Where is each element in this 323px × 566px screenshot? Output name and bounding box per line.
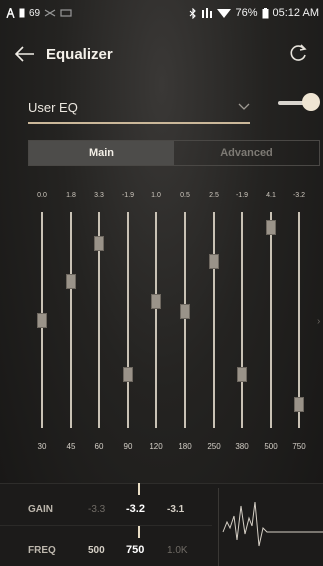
band-gain-value: 3.3 bbox=[94, 192, 104, 199]
freq-current[interactable]: 750 bbox=[126, 544, 144, 556]
scroll-right-icon[interactable]: › bbox=[317, 316, 320, 327]
band-gain-value: 1.8 bbox=[66, 192, 76, 199]
band-frequency-label: 380 bbox=[235, 442, 249, 451]
band-frequency-label: 120 bbox=[149, 442, 163, 451]
band-frequency-label: 750 bbox=[292, 442, 306, 451]
battery-percent: 76% bbox=[235, 7, 258, 19]
row-divider bbox=[0, 525, 212, 526]
freq-next[interactable]: 1.0K bbox=[167, 545, 188, 556]
band-slider-handle[interactable] bbox=[66, 274, 76, 289]
arrow-left-icon bbox=[15, 46, 34, 62]
eq-band-250[interactable]: 2.5 250 bbox=[200, 192, 228, 454]
band-slider-handle[interactable] bbox=[209, 254, 219, 269]
eq-band-180[interactable]: 0.5 180 bbox=[171, 192, 199, 454]
band-track[interactable] bbox=[155, 212, 157, 428]
gain-row[interactable]: GAIN -3.3 -3.2 -3.1 bbox=[0, 489, 212, 529]
band-slider-handle[interactable] bbox=[180, 304, 190, 319]
band-track[interactable] bbox=[298, 212, 300, 428]
eq-band-500[interactable]: 4.1 500 bbox=[257, 192, 285, 454]
page-title: Equalizer bbox=[46, 45, 113, 63]
eq-band-90[interactable]: -1.9 90 bbox=[114, 192, 142, 454]
status-right: 76% 05:12 AM bbox=[189, 7, 319, 19]
device-icon bbox=[19, 8, 25, 18]
eq-band-750[interactable]: -3.2 750 bbox=[285, 192, 313, 454]
band-track[interactable] bbox=[241, 212, 243, 428]
gain-prev[interactable]: -3.3 bbox=[88, 504, 105, 515]
freq-row[interactable]: FREQ 500 750 1.0K bbox=[0, 530, 212, 566]
band-slider-handle[interactable] bbox=[294, 397, 304, 412]
reset-button[interactable] bbox=[283, 39, 313, 69]
preset-name: User EQ bbox=[28, 99, 78, 115]
band-frequency-label: 30 bbox=[37, 442, 47, 451]
band-gain-value: -1.9 bbox=[121, 192, 135, 199]
band-gain-value: -3.2 bbox=[292, 192, 306, 199]
gain-current[interactable]: -3.2 bbox=[126, 503, 145, 515]
gain-next[interactable]: -3.1 bbox=[167, 504, 184, 515]
app-bar: Equalizer bbox=[0, 30, 323, 78]
tab-bar: Main Advanced bbox=[28, 140, 320, 166]
status-left: 69 bbox=[6, 8, 72, 19]
signal-icon bbox=[202, 8, 213, 18]
band-slider-handle[interactable] bbox=[151, 294, 161, 309]
eq-band-30[interactable]: 0.0 30 bbox=[28, 192, 56, 454]
band-track[interactable] bbox=[184, 212, 186, 428]
eq-band-60[interactable]: 3.3 60 bbox=[85, 192, 113, 454]
band-frequency-label: 60 bbox=[94, 442, 104, 451]
eq-band-120[interactable]: 1.0 120 bbox=[142, 192, 170, 454]
back-button[interactable] bbox=[10, 39, 40, 69]
band-frequency-label: 45 bbox=[66, 442, 76, 451]
band-slider-handle[interactable] bbox=[237, 367, 247, 382]
eq-band-380[interactable]: -1.9 380 bbox=[228, 192, 256, 454]
band-frequency-label: 180 bbox=[178, 442, 192, 451]
a-icon bbox=[6, 8, 15, 18]
band-slider-handle[interactable] bbox=[94, 236, 104, 251]
refresh-icon bbox=[290, 44, 307, 61]
band-gain-value: 0.5 bbox=[180, 192, 190, 199]
freq-label: FREQ bbox=[28, 544, 56, 556]
wifi-icon bbox=[217, 8, 232, 18]
toggle-thumb bbox=[302, 93, 320, 111]
eq-curve bbox=[222, 501, 323, 547]
band-gain-value: 1.0 bbox=[151, 192, 161, 199]
gain-label: GAIN bbox=[28, 503, 53, 515]
band-frequency-label: 90 bbox=[123, 442, 133, 451]
band-gain-value: 4.1 bbox=[266, 192, 276, 199]
eq-band-45[interactable]: 1.8 45 bbox=[57, 192, 85, 454]
band-track[interactable] bbox=[213, 212, 215, 428]
battery-icon bbox=[262, 7, 269, 18]
clock: 05:12 AM bbox=[272, 7, 319, 19]
band-gain-value: 0.0 bbox=[37, 192, 47, 199]
chevron-down-icon bbox=[238, 103, 250, 110]
band-slider-handle[interactable] bbox=[123, 367, 133, 382]
tab-advanced[interactable]: Advanced bbox=[174, 141, 319, 165]
repeat-icon bbox=[60, 9, 72, 17]
band-slider-handle[interactable] bbox=[266, 220, 276, 235]
band-track[interactable] bbox=[70, 212, 72, 428]
status-left-text: 69 bbox=[29, 7, 41, 19]
band-track[interactable] bbox=[127, 212, 129, 428]
bluetooth-icon bbox=[190, 7, 197, 19]
selection-indicator bbox=[138, 483, 140, 566]
band-gain-value: 2.5 bbox=[209, 192, 219, 199]
eq-curve-graph bbox=[218, 488, 323, 566]
band-track[interactable] bbox=[270, 212, 272, 428]
tab-main[interactable]: Main bbox=[29, 141, 174, 165]
band-frequency-label: 500 bbox=[264, 442, 278, 451]
freq-prev[interactable]: 500 bbox=[88, 545, 105, 556]
band-gain-value: -1.9 bbox=[235, 192, 249, 199]
eq-toggle[interactable] bbox=[278, 92, 320, 114]
preset-dropdown[interactable]: User EQ bbox=[28, 92, 250, 124]
eq-bands: 0.0 30 1.8 45 3.3 60 -1.9 90 1.0 120 0.5 180 2.5 250-… bbox=[28, 192, 323, 454]
shuffle-icon bbox=[44, 9, 56, 17]
status-bar: 69 76% 05:12 AM bbox=[0, 0, 323, 26]
band-slider-handle[interactable] bbox=[37, 313, 47, 328]
band-frequency-label: 250 bbox=[207, 442, 221, 451]
